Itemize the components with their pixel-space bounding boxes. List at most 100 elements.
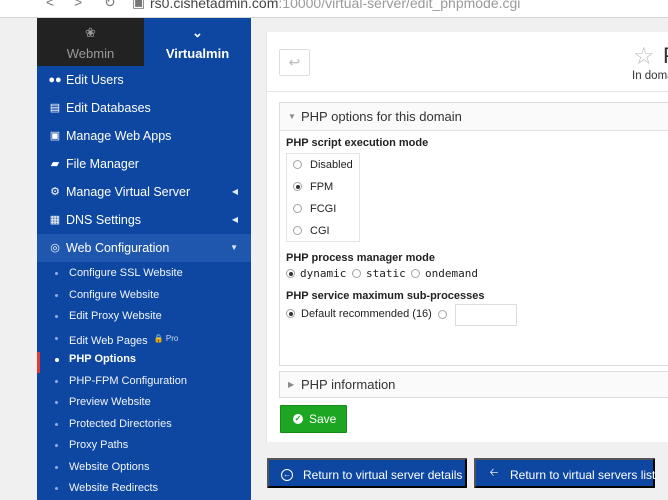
switch-virtualmin[interactable]: ⌄ Virtualmin <box>144 18 251 66</box>
subproc-custom-input[interactable] <box>455 304 517 326</box>
radio-button[interactable] <box>411 269 420 278</box>
save-button[interactable]: ✓ Save <box>280 405 347 433</box>
lock-icon: 🔒 <box>153 333 164 343</box>
sidebar-item-web-configuration[interactable]: ◎ Web Configuration ▼ <box>37 234 251 262</box>
panel-title: PHP information <box>301 377 396 392</box>
arrow-left-icon: 🡠 <box>489 467 499 479</box>
return-to-list-button[interactable]: 🡠 Return to virtual servers list <box>474 458 655 488</box>
reload-icon[interactable]: ↻ <box>104 0 116 11</box>
pm-option-static[interactable]: static <box>352 267 406 280</box>
folder-icon: ▰ <box>50 158 60 170</box>
subitem-php-fpm-configuration[interactable]: PHP-FPM Configuration <box>37 371 251 393</box>
radio-button[interactable] <box>293 160 302 169</box>
gears-icon: ⚙ <box>50 186 60 198</box>
web-apps-icon: ▣ <box>49 130 61 142</box>
back-arrow-icon[interactable]: < <box>46 0 54 10</box>
radio-button[interactable] <box>352 269 361 278</box>
panel-header[interactable]: ▼ PHP options for this domain <box>280 103 668 131</box>
exec-mode-fcgi[interactable]: FCGI <box>293 203 336 215</box>
option-label: Default recommended (16) <box>301 308 432 320</box>
sidebar-item-edit-databases[interactable]: ▤ Edit Databases <box>37 94 251 122</box>
subitem-label: Edit Proxy Website <box>69 310 162 322</box>
exec-mode-group: Disabled FPM FCGI CGI <box>286 153 360 242</box>
option-label: CGI <box>310 225 330 237</box>
caret-right-icon: ▶ <box>288 380 295 389</box>
sidebar-item-label: File Manager <box>66 157 139 171</box>
sidebar: ❀ Webmin ⌄ Virtualmin ●● Edit Users ▤ Edit… <box>37 18 251 500</box>
url-text[interactable]: rs0.cishetadmin.com:10000/virtual-server… <box>150 0 520 11</box>
subitem-label: Preview Website <box>69 396 151 408</box>
option-label: FCGI <box>310 203 337 215</box>
php-information-panel[interactable]: ▶ PHP information <box>279 371 668 398</box>
subitem-website-redirects[interactable]: Website Redirects <box>37 478 251 500</box>
globe-icon: ◎ <box>50 242 60 254</box>
sitemap-icon: ▦ <box>49 214 61 226</box>
option-label: dynamic <box>300 267 347 280</box>
check-circle-icon: ✓ <box>293 414 303 424</box>
pm-option-ondemand[interactable]: ondemand <box>411 267 478 280</box>
exec-mode-cgi[interactable]: CGI <box>293 225 330 237</box>
main-content: ↩ ☆ P In doma ▼ PHP options for this doma… <box>266 32 668 442</box>
subitem-label: Configure SSL Website <box>69 267 183 279</box>
forward-arrow-icon[interactable]: > <box>74 0 82 10</box>
subitem-label: Protected Directories <box>69 417 172 430</box>
back-button[interactable]: ↩ <box>279 49 310 76</box>
button-label: Return to virtual server details <box>303 468 463 482</box>
switch-virtualmin-label: Virtualmin <box>165 46 230 61</box>
subitem-preview-website[interactable]: Preview Website <box>37 392 251 414</box>
browser-address-bar: < > ↻ ▣ rs0.cishetadmin.com:10000/virtua… <box>0 0 668 18</box>
subitem-configure-website[interactable]: Configure Website <box>37 285 251 307</box>
page-subtitle: In doma <box>632 70 668 82</box>
sidebar-item-manage-virtual-server[interactable]: ⚙ Manage Virtual Server ◀ <box>37 178 251 206</box>
switch-webmin[interactable]: ❀ Webmin <box>37 18 144 66</box>
virtualmin-logo-icon: ⌄ <box>192 25 203 40</box>
subproc-custom-radio[interactable] <box>438 310 447 319</box>
sidebar-item-file-manager[interactable]: ▰ File Manager <box>37 150 251 178</box>
pm-mode-label: PHP process manager mode <box>286 252 435 264</box>
option-label: FPM <box>310 181 334 193</box>
subitem-configure-ssl-website[interactable]: Configure SSL Website <box>37 263 251 285</box>
page-title: P <box>663 43 668 69</box>
radio-button-selected[interactable] <box>286 269 295 278</box>
pro-badge: 🔒 Pro <box>154 334 179 343</box>
sidebar-item-dns-settings[interactable]: ▦ DNS Settings ◀ <box>37 206 251 234</box>
subitem-website-options[interactable]: Website Options <box>37 457 251 479</box>
subitem-label: PHP-FPM Configuration <box>69 374 187 387</box>
subitem-protected-directories[interactable]: Protected Directories <box>37 414 251 436</box>
sidebar-item-label: Manage Virtual Server <box>66 185 191 199</box>
star-icon[interactable]: ☆ <box>633 42 655 71</box>
subitem-proxy-paths[interactable]: Proxy Paths <box>37 435 251 457</box>
radio-button[interactable] <box>293 204 302 213</box>
subproc-label: PHP service maximum sub-processes <box>286 290 485 302</box>
sidebar-item-label: Manage Web Apps <box>66 129 172 143</box>
button-label: Return to virtual servers list <box>510 468 656 482</box>
subitem-label: Proxy Paths <box>69 439 129 451</box>
pm-option-dynamic[interactable]: dynamic <box>286 267 346 280</box>
sidebar-item-manage-web-apps[interactable]: ▣ Manage Web Apps <box>37 122 251 150</box>
exec-mode-fpm[interactable]: FPM <box>293 181 333 193</box>
panel-header[interactable]: ▶ PHP information <box>280 372 668 397</box>
sidebar-item-label: DNS Settings <box>66 213 142 227</box>
switch-webmin-label: Webmin <box>66 46 115 61</box>
subitem-edit-proxy-website[interactable]: Edit Proxy Website <box>37 306 251 328</box>
radio-button[interactable] <box>293 226 302 235</box>
subitem-edit-web-pages[interactable]: Edit Web Pages 🔒 Pro <box>37 328 251 350</box>
subitem-label: Website Redirects <box>69 482 159 494</box>
sidebar-item-edit-users[interactable]: ●● Edit Users <box>37 66 251 94</box>
caret-left-icon: ◀ <box>231 187 238 196</box>
database-icon: ▤ <box>49 102 61 114</box>
lock-icon: ▣ <box>132 0 146 10</box>
save-label: Save <box>309 412 337 426</box>
exec-mode-disabled[interactable]: Disabled <box>293 159 353 171</box>
sidebar-item-label: Web Configuration <box>66 241 170 255</box>
subproc-default-option[interactable]: Default recommended (16) <box>286 308 432 320</box>
subitem-label: Configure Website <box>69 288 160 301</box>
option-label: ondemand <box>425 267 478 280</box>
subitem-label: Edit Web Pages <box>69 334 148 347</box>
return-to-details-button[interactable]: ← Return to virtual server details <box>267 458 467 488</box>
sidebar-item-label: Edit Databases <box>66 101 151 115</box>
radio-button-selected[interactable] <box>293 182 302 191</box>
radio-button-selected[interactable] <box>286 309 295 318</box>
option-label: Disabled <box>310 159 353 171</box>
subitem-php-options[interactable]: PHP Options <box>37 349 251 371</box>
